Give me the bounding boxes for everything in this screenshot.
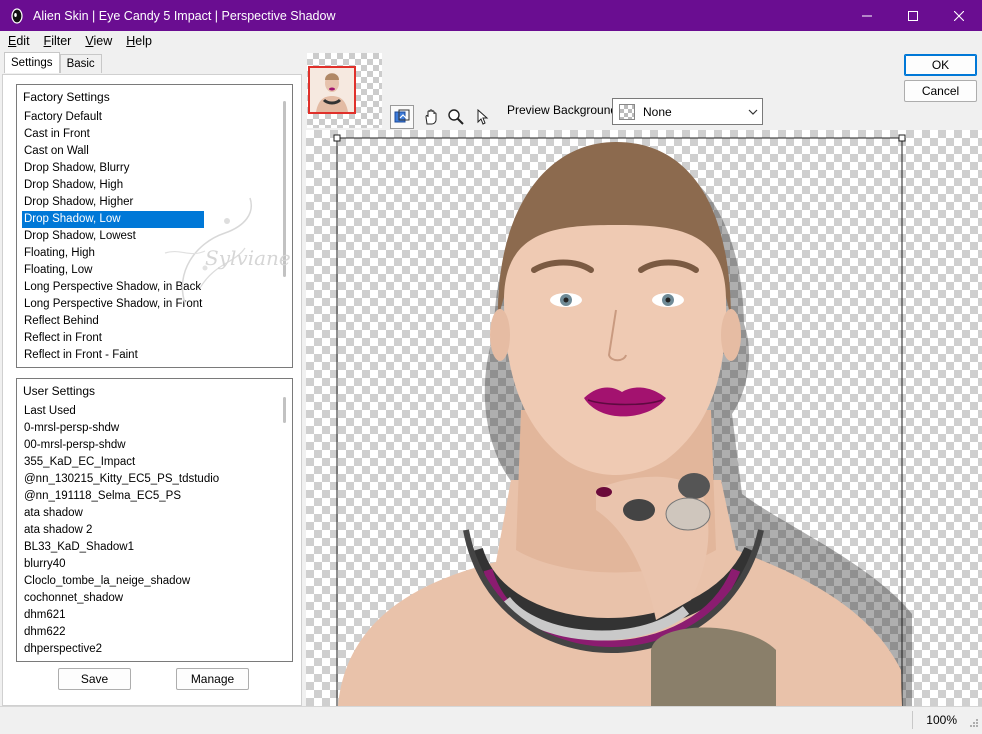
factory-settings-item[interactable]: Reflect Behind	[22, 313, 204, 330]
menu-edit[interactable]: Edit	[0, 34, 36, 48]
status-bar: 100%	[0, 706, 982, 734]
user-settings-item[interactable]: cochonnet_shadow	[22, 590, 221, 607]
close-button[interactable]	[936, 0, 982, 31]
factory-settings-item[interactable]: Drop Shadow, High	[22, 177, 204, 194]
menu-help[interactable]: Help	[118, 34, 158, 48]
zoom-level: 100%	[912, 711, 957, 729]
minimize-button[interactable]	[844, 0, 890, 31]
user-settings-item[interactable]: BL33_KaD_Shadow1	[22, 539, 221, 556]
window-title: Alien Skin | Eye Candy 5 Impact | Perspe…	[33, 8, 336, 23]
hand-tool-button[interactable]	[419, 105, 443, 129]
resize-grip-icon[interactable]	[969, 717, 979, 731]
minimize-icon	[862, 15, 872, 16]
user-settings-item[interactable]: ata shadow	[22, 505, 221, 522]
factory-settings-item[interactable]: Reflect in Front	[22, 330, 204, 347]
user-settings-item[interactable]: @nn_191118_Selma_EC5_PS	[22, 488, 221, 505]
user-settings-item[interactable]: ata shadow 2	[22, 522, 221, 539]
preview-background-swatch	[619, 103, 635, 120]
pointer-icon	[477, 109, 489, 125]
menu-view-label: iew	[93, 34, 113, 48]
watermark-graphic: Sylviane	[164, 197, 291, 304]
factory-settings-item[interactable]: Cast in Front	[22, 126, 204, 143]
manage-button[interactable]: Manage	[176, 668, 249, 690]
hand-icon	[425, 109, 437, 125]
menu-help-label: elp	[135, 34, 152, 48]
user-settings-item[interactable]: 00-mrsl-persp-shdw	[22, 437, 221, 454]
user-settings-item[interactable]: Cloclo_tombe_la_neige_shadow	[22, 573, 221, 590]
user-settings-item[interactable]: dhm622	[22, 624, 221, 641]
preview-background-label: Preview Background:	[507, 103, 621, 117]
ok-button[interactable]: OK	[904, 54, 977, 76]
title-bar: Alien Skin | Eye Candy 5 Impact | Perspe…	[0, 0, 982, 31]
tab-basic[interactable]: Basic	[59, 54, 102, 73]
tab-strip: Settings Basic	[4, 52, 102, 74]
close-icon	[954, 10, 964, 21]
menu-edit-label: dit	[16, 34, 30, 48]
user-settings-item[interactable]: 0-mrsl-persp-shdw	[22, 420, 221, 437]
preview-toggle-button[interactable]	[390, 105, 414, 129]
menu-filter-label: ilter	[51, 34, 72, 48]
navigator-viewport-frame[interactable]	[308, 66, 356, 114]
zoom-icon	[448, 109, 464, 125]
zoom-tool-button[interactable]	[444, 105, 468, 129]
menu-bar: Edit Filter View Help	[0, 31, 982, 51]
user-settings-item[interactable]: dhm621	[22, 607, 221, 624]
preview-canvas[interactable]	[306, 130, 982, 706]
factory-settings-item[interactable]: Reflect in Front - Faint	[22, 347, 204, 364]
user-settings-item[interactable]: 355_KaD_EC_Impact	[22, 454, 221, 471]
watermark-text: Sylviane	[205, 246, 291, 270]
cancel-button[interactable]: Cancel	[904, 80, 977, 102]
navigator-thumbnail[interactable]	[307, 53, 382, 128]
menu-view[interactable]: View	[77, 34, 118, 48]
factory-settings-item[interactable]: Cast on Wall	[22, 143, 204, 160]
user-settings-item[interactable]: @nn_130215_Kitty_EC5_PS_tdstudio	[22, 471, 221, 488]
user-settings-item[interactable]: blurry40	[22, 556, 221, 573]
preview-toggle-icon	[394, 109, 410, 123]
preview-image	[333, 134, 912, 706]
pointer-tool-button[interactable]	[470, 105, 494, 129]
factory-settings-item[interactable]: Drop Shadow, Blurry	[22, 160, 204, 177]
preview-background-value: None	[643, 104, 672, 119]
thumbnail-image	[310, 68, 354, 112]
factory-settings-header: Factory Settings	[23, 90, 110, 104]
user-settings-scrollbar[interactable]	[283, 397, 286, 423]
factory-settings-item[interactable]: Factory Default	[22, 109, 204, 126]
preview-background-select[interactable]: None	[612, 98, 763, 125]
settings-tab-pane: Factory Settings Factory Default Cast in …	[2, 74, 302, 706]
save-button[interactable]: Save	[58, 668, 131, 690]
chevron-down-icon	[744, 109, 762, 115]
user-settings-item[interactable]: dhperspective2	[22, 641, 221, 658]
user-settings-item[interactable]: Last Used	[22, 403, 221, 420]
user-settings-list[interactable]: User Settings Last Used 0-mrsl-persp-shdw…	[16, 378, 293, 662]
menu-filter[interactable]: Filter	[36, 34, 78, 48]
maximize-button[interactable]	[890, 0, 936, 31]
maximize-icon	[908, 10, 918, 21]
settings-panel: Settings Basic Factory Settings Factory …	[0, 51, 302, 706]
tab-settings[interactable]: Settings	[4, 52, 60, 73]
menu-help-mnemonic: H	[126, 34, 136, 48]
app-icon	[9, 7, 25, 24]
user-settings-header: User Settings	[23, 384, 96, 398]
factory-settings-list[interactable]: Factory Settings Factory Default Cast in …	[16, 84, 293, 368]
